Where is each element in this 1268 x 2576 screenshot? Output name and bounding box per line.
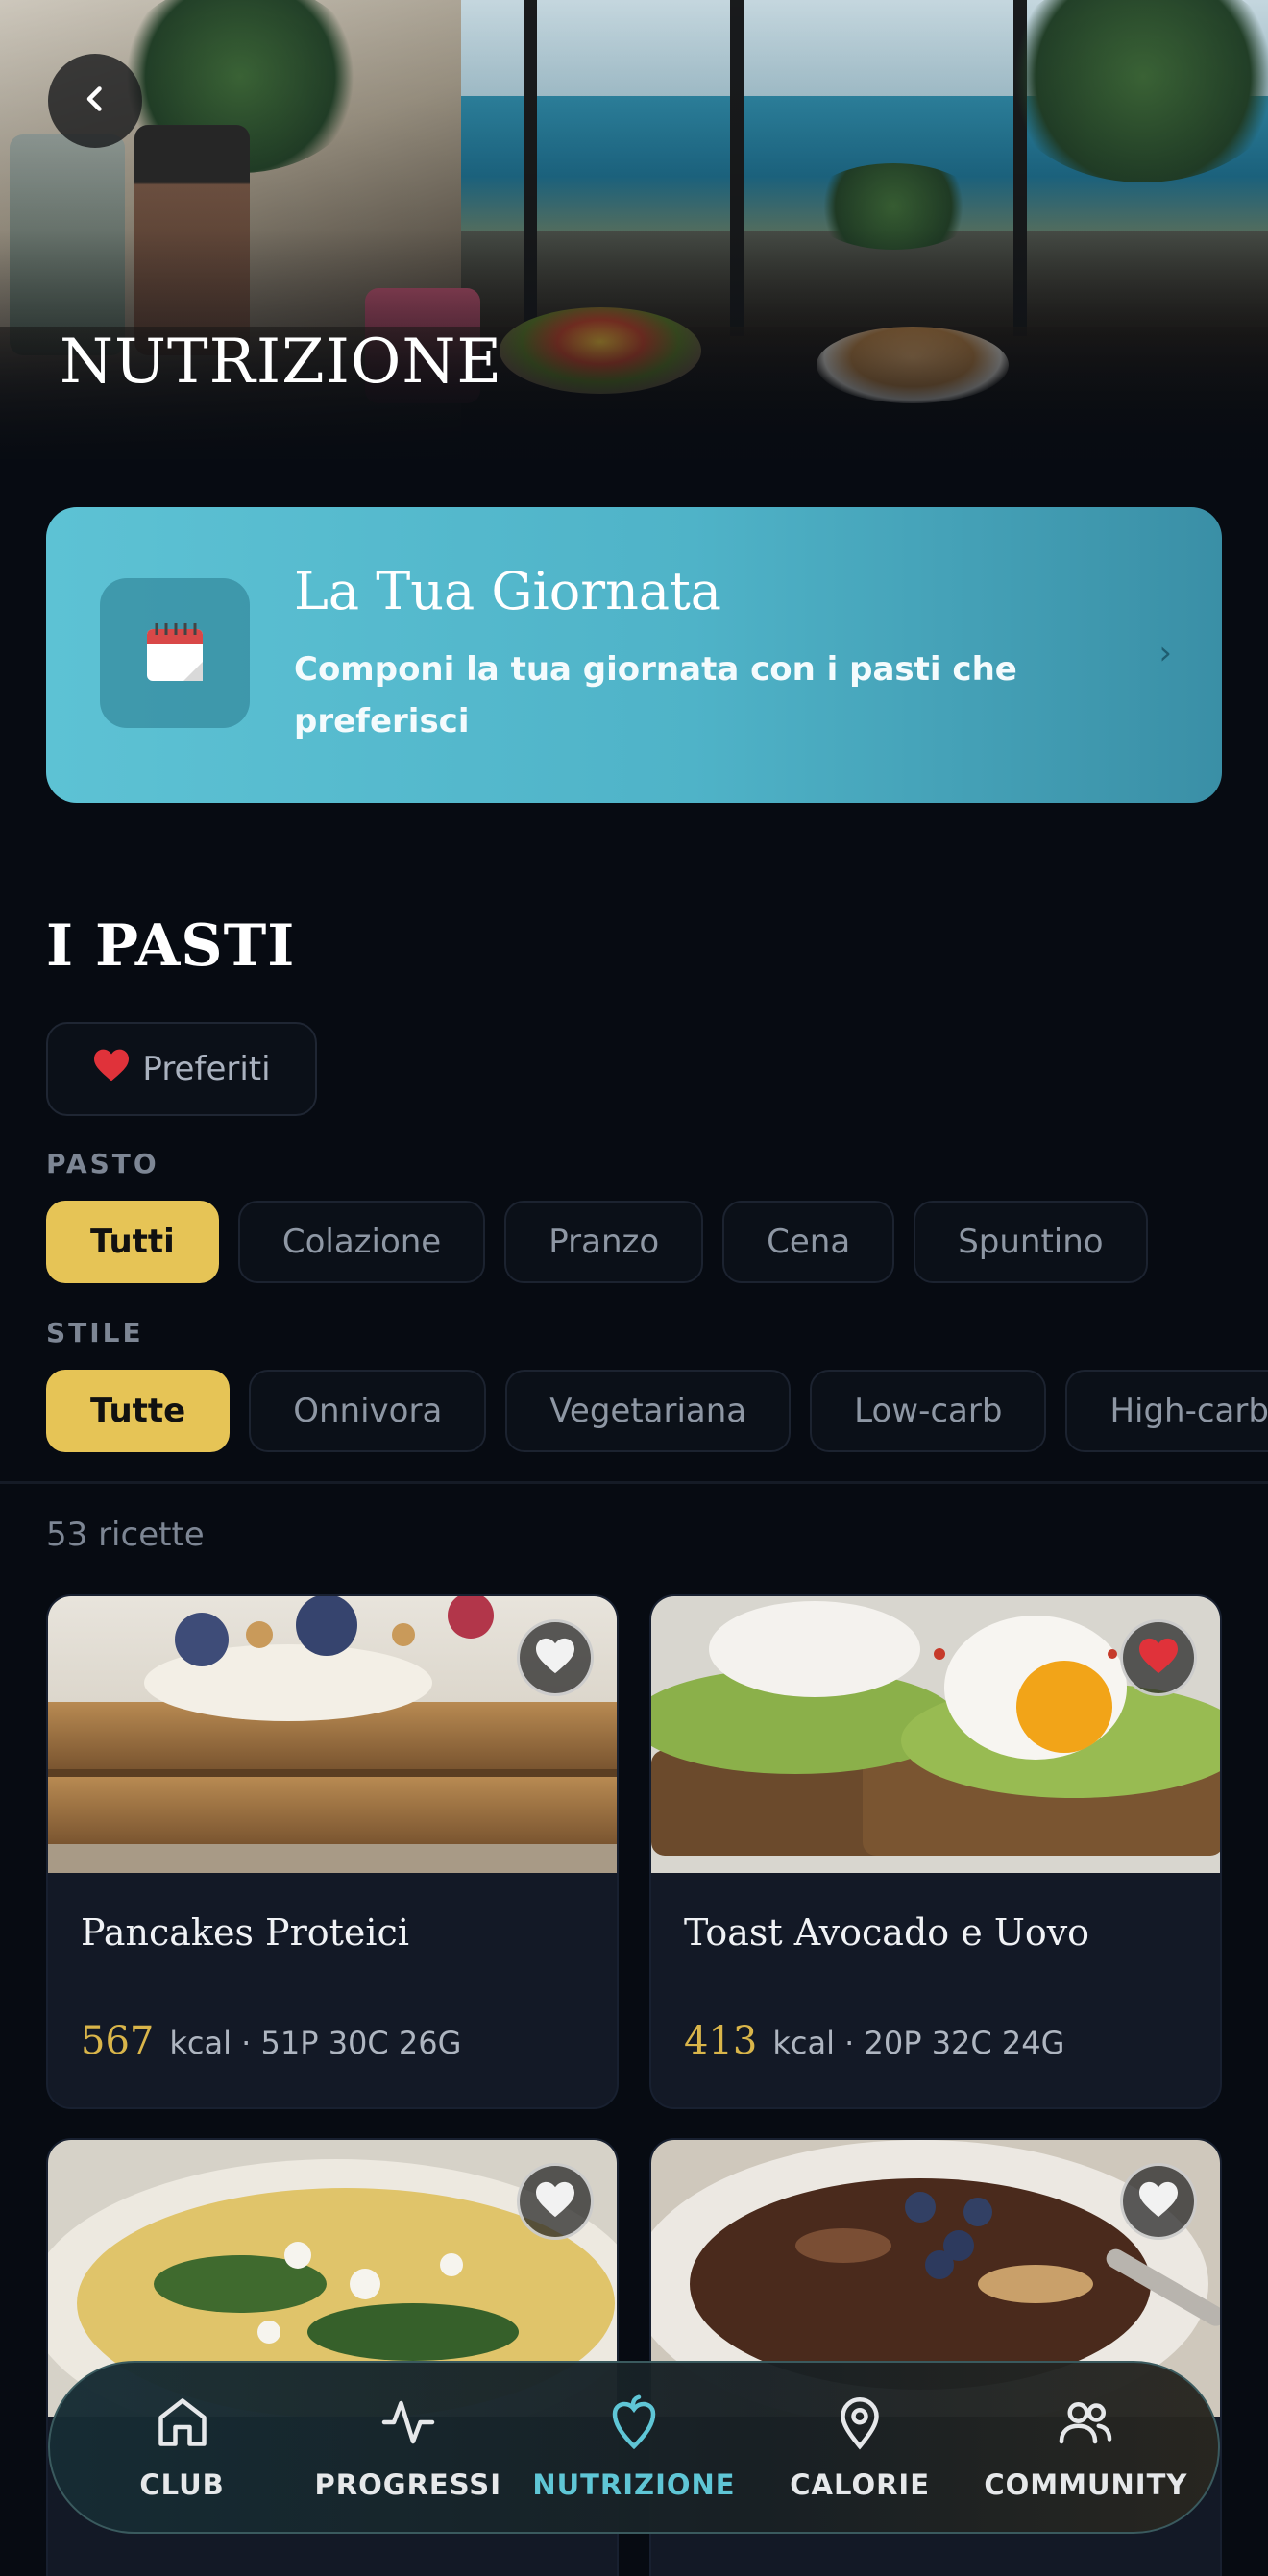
pasto-chip-colazione[interactable]: Colazione xyxy=(237,1201,486,1283)
bottom-nav: CLUB PROGRESSI NUTRIZIONE CALORIE COMMUN… xyxy=(48,2361,1220,2534)
nav-item-calorie[interactable]: CALORIE xyxy=(754,2394,965,2501)
recipe-kcal: 567 xyxy=(81,2019,155,2063)
stile-chip-high-carb[interactable]: High-carb xyxy=(1065,1370,1268,1452)
location-pin-icon xyxy=(831,2394,889,2455)
pasto-chip-cena[interactable]: Cena xyxy=(722,1201,895,1283)
day-card-subtitle: Componi la tua giornata con i pasti che … xyxy=(294,650,1017,741)
activity-icon xyxy=(379,2394,437,2455)
heart-icon xyxy=(92,1048,131,1091)
page-title: NUTRIZIONE xyxy=(60,327,503,398)
favorite-toggle[interactable] xyxy=(517,1619,594,1696)
pasto-filter-row: Tutti Colazione Pranzo Cena Spuntino xyxy=(46,1201,1148,1283)
nav-item-nutrizione[interactable]: NUTRIZIONE xyxy=(528,2394,740,2501)
recipe-count: 53 ricette xyxy=(46,1516,205,1554)
recipe-card[interactable]: Toast Avocado e Uovo 413 kcal · 20P 32C … xyxy=(649,1594,1222,2109)
stile-filter-row[interactable]: Tutte Onnivora Vegetariana Low-carb High… xyxy=(46,1370,1268,1452)
recipe-name: Pancakes Proteici xyxy=(81,1911,409,1954)
la-tua-giornata-card[interactable]: La Tua Giornata Componi la tua giornata … xyxy=(46,507,1222,803)
pasto-chip-pranzo[interactable]: Pranzo xyxy=(504,1201,704,1283)
nav-item-club[interactable]: CLUB xyxy=(77,2394,288,2501)
nav-label: CLUB xyxy=(139,2468,225,2501)
chevron-left-icon xyxy=(78,82,112,120)
favorites-chip-label: Preferiti xyxy=(142,1050,271,1088)
stile-chip-tutte[interactable]: Tutte xyxy=(46,1370,231,1452)
favorite-toggle[interactable] xyxy=(517,2163,594,2240)
recipe-macros: 567 kcal · 51P 30C 26G xyxy=(81,2019,461,2063)
chevron-right-icon: › xyxy=(1158,634,1172,672)
calendar-icon xyxy=(100,578,250,728)
pasto-chip-tutti[interactable]: Tutti xyxy=(46,1201,219,1283)
stile-chip-onnivora[interactable]: Onnivora xyxy=(249,1370,487,1452)
heart-outline-icon xyxy=(534,1637,576,1679)
nav-label: NUTRIZIONE xyxy=(532,2468,736,2501)
nav-item-progressi[interactable]: PROGRESSI xyxy=(303,2394,514,2501)
divider xyxy=(0,1481,1268,1484)
heart-outline-icon xyxy=(1137,2180,1180,2223)
stile-label: STILE xyxy=(46,1317,144,1349)
stile-chip-vegetariana[interactable]: Vegetariana xyxy=(505,1370,792,1452)
home-icon xyxy=(154,2394,211,2455)
users-icon xyxy=(1057,2394,1114,2455)
favorites-filter-chip[interactable]: Preferiti xyxy=(46,1022,317,1116)
pasto-label: PASTO xyxy=(46,1148,159,1179)
pasto-chip-spuntino[interactable]: Spuntino xyxy=(914,1201,1148,1283)
recipe-name: Toast Avocado e Uovo xyxy=(684,1911,1090,1954)
nutrition-icon xyxy=(605,2394,663,2455)
heart-filled-icon xyxy=(1137,1637,1180,1679)
recipe-kcal: 413 xyxy=(684,2019,758,2063)
nav-label: COMMUNITY xyxy=(984,2468,1188,2501)
heart-outline-icon xyxy=(534,2180,576,2223)
recipe-macros: 413 kcal · 20P 32C 24G xyxy=(684,2019,1064,2063)
favorite-toggle[interactable] xyxy=(1120,1619,1197,1696)
recipe-macro-text: kcal · 51P 30C 26G xyxy=(169,2025,462,2061)
nav-label: CALORIE xyxy=(790,2468,931,2501)
day-card-title: La Tua Giornata xyxy=(294,561,721,621)
recipe-card[interactable]: Pancakes Proteici 567 kcal · 51P 30C 26G xyxy=(46,1594,619,2109)
nav-label: PROGRESSI xyxy=(314,2468,501,2501)
back-button[interactable] xyxy=(48,54,142,148)
nav-item-community[interactable]: COMMUNITY xyxy=(980,2394,1191,2501)
favorite-toggle[interactable] xyxy=(1120,2163,1197,2240)
recipe-macro-text: kcal · 20P 32C 24G xyxy=(772,2025,1065,2061)
stile-chip-low-carb[interactable]: Low-carb xyxy=(810,1370,1047,1452)
section-title: I PASTI xyxy=(46,912,296,980)
